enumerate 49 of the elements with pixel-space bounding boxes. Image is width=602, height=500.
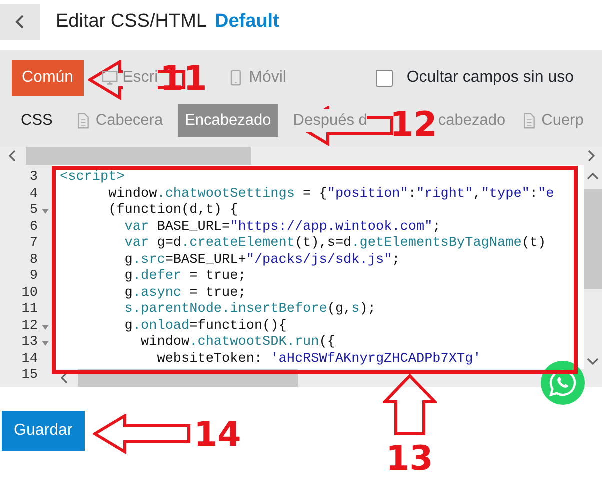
- code-line: g.src=BASE_URL+"/packs/js/sdk.js";: [124, 252, 402, 269]
- fold-icon[interactable]: [42, 341, 49, 346]
- checkbox-label: Ocultar campos sin uso: [406, 68, 574, 88]
- code-line: (function(d,t) {: [108, 203, 240, 220]
- annotation-number: 14: [194, 418, 242, 452]
- line-number: 6: [28, 220, 39, 236]
- page-title: Editar CSS/HTML: [56, 10, 207, 34]
- code-line: window.chatwootSDK.run({: [140, 335, 336, 352]
- annotation-number: 13: [386, 442, 434, 476]
- code-line: g.defer = true;: [124, 269, 248, 286]
- checkbox[interactable]: [376, 70, 393, 86]
- line-number: 13: [0, 335, 52, 352]
- line-number: 4: [28, 186, 39, 204]
- line-number: 10: [20, 286, 39, 302]
- chat-bubble-icon[interactable]: [540, 360, 586, 406]
- tab-label-fragment: cabezado: [438, 111, 506, 131]
- line-number: 5: [0, 203, 52, 220]
- code-line: var BASE_URL="https://app.wintook.com";: [124, 220, 442, 236]
- line-number: 7: [28, 236, 39, 253]
- code-line: g.onload=function(){: [124, 318, 288, 335]
- section-tab[interactable]: Encabezado: [178, 104, 278, 138]
- section-tab[interactable]: CSS: [14, 104, 60, 138]
- line-number: 3: [28, 170, 39, 187]
- line-number: 14: [20, 352, 39, 368]
- code-line: websiteToken: 'aHcRSWfAKnyrgZHCADPb7XTg': [156, 352, 482, 368]
- monitor-icon: [102, 69, 118, 87]
- line-number: 15: [20, 368, 39, 385]
- scroll-down-icon[interactable]: [586, 357, 600, 368]
- code-line: var g=d.createElement(t),s=d.getElementsByTagName(t): [124, 236, 548, 253]
- code-line: s.parentNode.insertBefore(g,s);: [124, 302, 377, 319]
- line-number: 12: [0, 318, 52, 336]
- vertical-scrollbar[interactable]: [584, 165, 602, 388]
- fold-icon[interactable]: [42, 209, 49, 214]
- code-line: window.chatwootSettings = {"position":"right","type":"e: [108, 186, 556, 203]
- scrollbar[interactable]: [0, 147, 602, 166]
- theme-name: Default: [214, 10, 280, 34]
- line-number: 8: [28, 252, 39, 270]
- save-button[interactable]: Guardar: [2, 411, 85, 452]
- line-number: 11: [20, 302, 39, 319]
- code-line: g.async = true;: [124, 286, 248, 302]
- code-line: <script>: [60, 170, 126, 187]
- scroll-up-icon[interactable]: [586, 171, 600, 182]
- annotation-number: 12: [390, 108, 438, 142]
- line-number: 9: [28, 269, 39, 286]
- fold-icon[interactable]: [42, 324, 49, 330]
- back-button[interactable]: [0, 4, 40, 40]
- chevron-left-icon: [15, 14, 25, 30]
- annotation-arrow: [383, 374, 437, 436]
- device-tab[interactable]: Común: [12, 60, 84, 96]
